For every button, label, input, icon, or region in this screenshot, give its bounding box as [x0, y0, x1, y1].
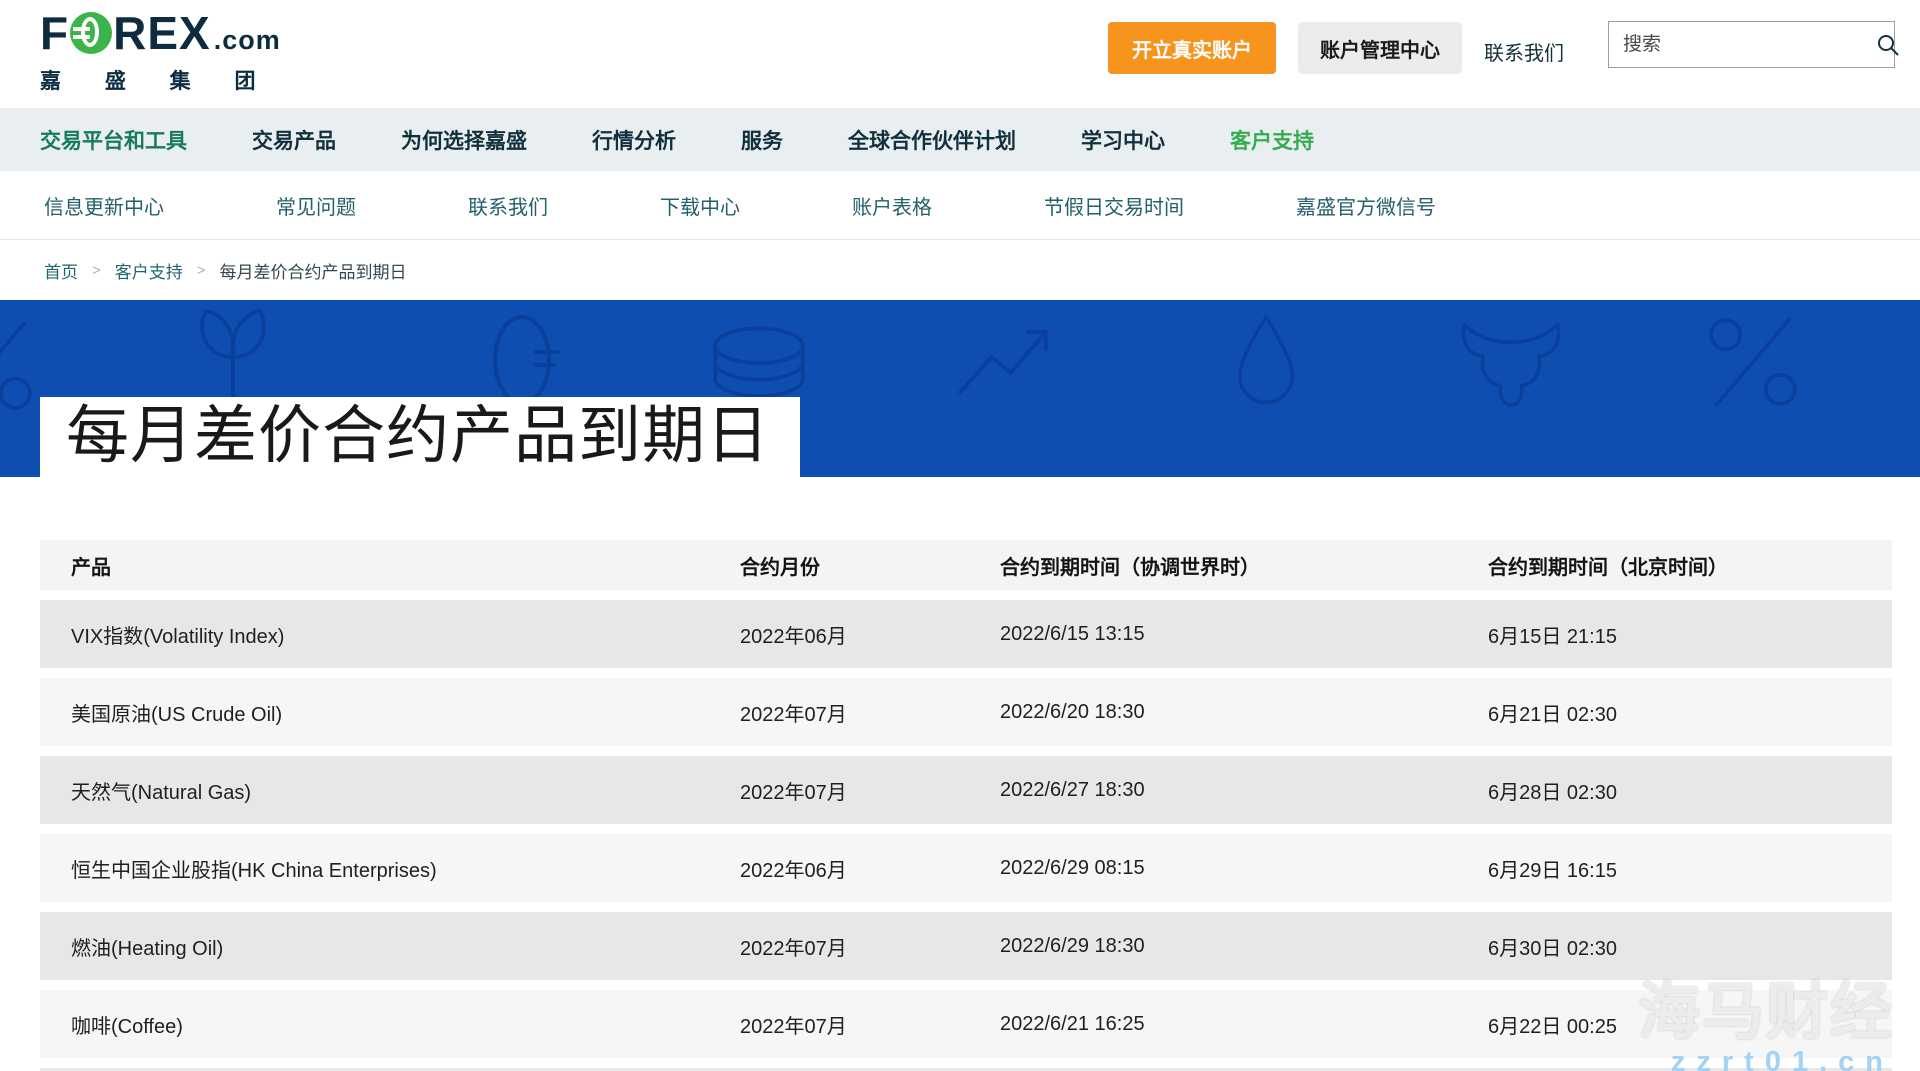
hero-banner: 每月差价合约产品到期日	[0, 300, 1920, 477]
logo-subtitle: 嘉 盛 集 团	[40, 65, 281, 95]
contact-us-link[interactable]: 联系我们	[1484, 37, 1564, 66]
nav-item-platforms[interactable]: 交易平台和工具	[40, 125, 187, 155]
cell-product: VIX指数(Volatility Index)	[40, 620, 740, 649]
logo-text-rex: REX	[113, 10, 211, 56]
cell-expiry-utc: 2022/6/20 18:30	[1000, 701, 1488, 724]
page-title-box: 每月差价合约产品到期日	[40, 397, 800, 477]
percent-icon	[1703, 312, 1803, 412]
search-icon[interactable]	[1876, 33, 1900, 57]
expiry-table: 产品 合约月份 合约到期时间（协调世界时） 合约到期时间（北京时间） VIX指数…	[40, 540, 1892, 1071]
table-row: VIX指数(Volatility Index) 2022年06月 2022/6/…	[40, 600, 1892, 668]
cell-contract-month: 2022年06月	[740, 620, 1000, 649]
breadcrumb-separator: >	[197, 262, 206, 279]
sprout-icon	[183, 305, 283, 400]
table-row: 天然气(Natural Gas) 2022年07月 2022/6/27 18:3…	[40, 756, 1892, 824]
cell-product: 美国原油(US Crude Oil)	[40, 698, 740, 727]
cell-expiry-beijing: 6月28日 02:30	[1488, 776, 1892, 805]
table-header-row: 产品 合约月份 合约到期时间（协调世界时） 合约到期时间（北京时间）	[40, 540, 1892, 590]
column-header-expiry-utc: 合约到期时间（协调世界时）	[1000, 551, 1488, 580]
nav-item-analysis[interactable]: 行情分析	[592, 125, 676, 155]
breadcrumb: 首页 > 客户支持 > 每月差价合约产品到期日	[0, 240, 1920, 300]
logo-wordmark: F REX .com	[40, 10, 281, 56]
subnav-item-wechat[interactable]: 嘉盛官方微信号	[1296, 191, 1436, 220]
coin-euro-icon	[480, 310, 572, 410]
cell-contract-month: 2022年07月	[740, 1010, 1000, 1039]
cell-product: 天然气(Natural Gas)	[40, 776, 740, 805]
bull-icon	[1458, 318, 1564, 410]
cell-contract-month: 2022年07月	[740, 776, 1000, 805]
cell-expiry-utc: 2022/6/27 18:30	[1000, 779, 1488, 802]
cell-expiry-utc: 2022/6/21 16:25	[1000, 1013, 1488, 1036]
cell-contract-month: 2022年07月	[740, 932, 1000, 961]
table-row: 燃油(Heating Oil) 2022年07月 2022/6/29 18:30…	[40, 912, 1892, 980]
cell-expiry-utc: 2022/6/29 18:30	[1000, 935, 1488, 958]
breadcrumb-separator: >	[92, 262, 101, 279]
nav-item-why-us[interactable]: 为何选择嘉盛	[401, 125, 527, 155]
nav-item-support[interactable]: 客户支持	[1230, 125, 1314, 155]
cell-product: 燃油(Heating Oil)	[40, 932, 740, 961]
nav-item-products[interactable]: 交易产品	[252, 125, 336, 155]
trend-up-arrow-icon	[956, 326, 1054, 398]
cell-expiry-beijing: 6月15日 21:15	[1488, 620, 1892, 649]
cell-contract-month: 2022年06月	[740, 854, 1000, 883]
nav-item-partners[interactable]: 全球合作伙伴计划	[848, 125, 1016, 155]
cell-product: 咖啡(Coffee)	[40, 1010, 740, 1039]
cell-contract-month: 2022年07月	[740, 698, 1000, 727]
page: F REX .com 嘉 盛 集 团 开立真实账户 账户管理中心 联系我们	[0, 0, 1920, 1071]
subnav-item-updates[interactable]: 信息更新中心	[44, 191, 164, 220]
table-row: 恒生中国企业股指(HK China Enterprises) 2022年06月 …	[40, 834, 1892, 902]
nav-item-services[interactable]: 服务	[741, 125, 783, 155]
main-nav: 交易平台和工具 交易产品 为何选择嘉盛 行情分析 服务 全球合作伙伴计划 学习中…	[0, 108, 1920, 171]
subnav-item-holiday-hours[interactable]: 节假日交易时间	[1044, 191, 1184, 220]
account-center-button[interactable]: 账户管理中心	[1298, 22, 1462, 74]
cell-expiry-utc: 2022/6/15 13:15	[1000, 623, 1488, 646]
column-header-contract-month: 合约月份	[740, 551, 1000, 580]
column-header-expiry-beijing: 合约到期时间（北京时间）	[1488, 551, 1892, 580]
cell-expiry-beijing: 6月29日 16:15	[1488, 854, 1892, 883]
search-input[interactable]	[1609, 34, 1876, 56]
forexcom-logo[interactable]: F REX .com 嘉 盛 集 团	[40, 10, 281, 95]
table-row: 咖啡(Coffee) 2022年07月 2022/6/21 16:25 6月22…	[40, 990, 1892, 1058]
column-header-product: 产品	[40, 551, 740, 580]
site-header: F REX .com 嘉 盛 集 团 开立真实账户 账户管理中心 联系我们	[0, 0, 1920, 108]
subnav-item-faq[interactable]: 常见问题	[276, 191, 356, 220]
percent-left-partial-icon	[0, 316, 38, 416]
droplet-icon	[1232, 312, 1300, 406]
page-title: 每月差价合约产品到期日	[66, 403, 770, 469]
subnav-item-contact[interactable]: 联系我们	[468, 191, 548, 220]
nav-item-education[interactable]: 学习中心	[1081, 125, 1165, 155]
support-subnav: 信息更新中心 常见问题 联系我们 下载中心 账户表格 节假日交易时间 嘉盛官方微…	[0, 171, 1920, 240]
cell-expiry-utc: 2022/6/29 08:15	[1000, 857, 1488, 880]
logo-euro-coin-icon	[70, 12, 112, 54]
logo-text-f: F	[40, 10, 69, 56]
subnav-item-downloads[interactable]: 下载中心	[660, 191, 740, 220]
coins-stack-icon	[703, 322, 815, 406]
cell-product: 恒生中国企业股指(HK China Enterprises)	[40, 854, 740, 883]
cell-expiry-beijing: 6月21日 02:30	[1488, 698, 1892, 727]
breadcrumb-support[interactable]: 客户支持	[115, 258, 183, 283]
logo-text-com: .com	[214, 27, 281, 56]
search-box	[1608, 21, 1895, 68]
cell-expiry-beijing: 6月30日 02:30	[1488, 932, 1892, 961]
open-real-account-button[interactable]: 开立真实账户	[1108, 22, 1276, 74]
cell-expiry-beijing: 6月22日 00:25	[1488, 1010, 1892, 1039]
subnav-item-account-forms[interactable]: 账户表格	[852, 191, 932, 220]
breadcrumb-current-page: 每月差价合约产品到期日	[220, 258, 407, 283]
breadcrumb-home[interactable]: 首页	[44, 258, 78, 283]
table-row: 美国原油(US Crude Oil) 2022年07月 2022/6/20 18…	[40, 678, 1892, 746]
